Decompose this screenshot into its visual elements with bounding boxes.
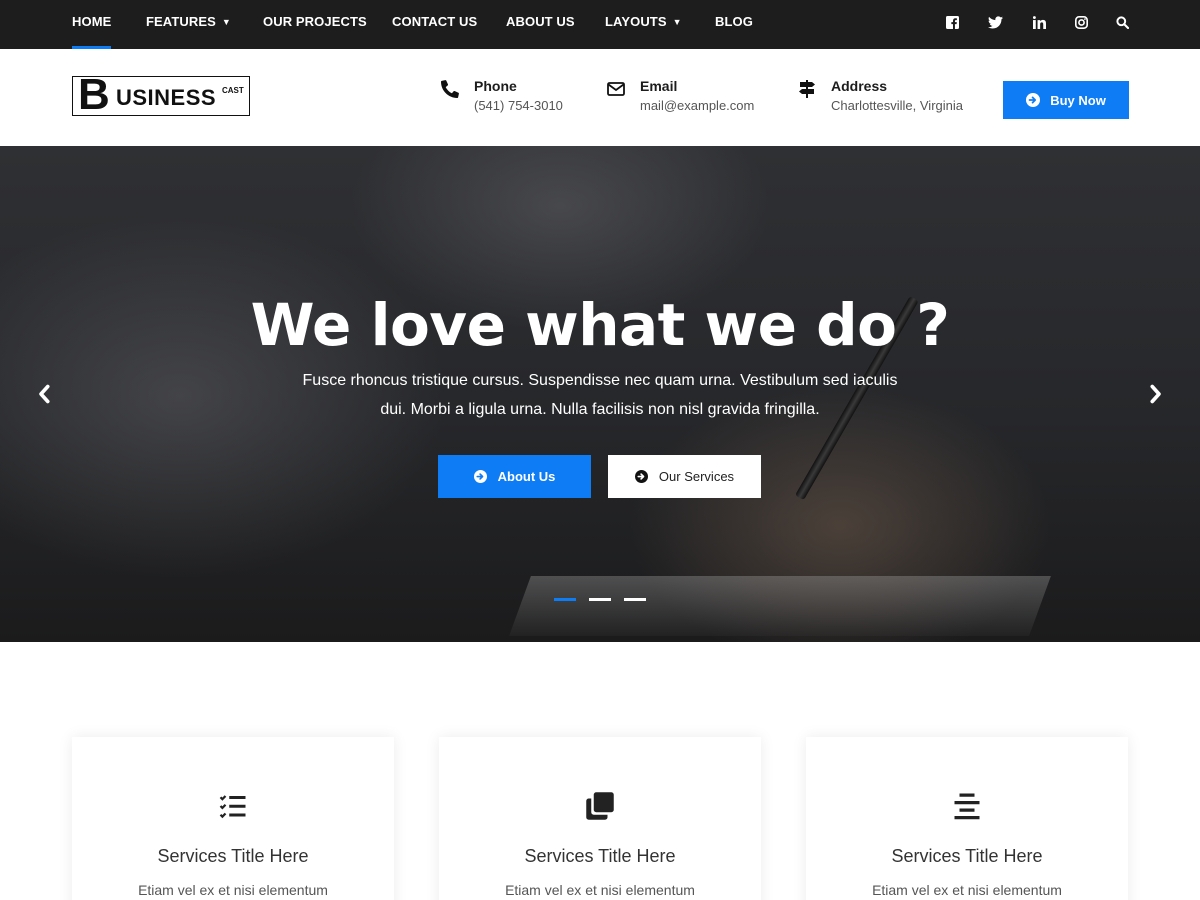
nav-item-about-us[interactable]: ABOUT US: [506, 0, 575, 49]
contact-value: Charlottesville, Virginia: [831, 98, 963, 113]
copy-icon: [585, 791, 615, 821]
service-text: Etiam vel ex et nisi elementum: [872, 882, 1062, 898]
service-title: Services Title Here: [524, 846, 676, 866]
nav-item-label: FEATURES: [146, 14, 216, 29]
contact-title: Email: [640, 78, 678, 94]
buy-now-label: Buy Now: [1050, 92, 1106, 108]
contact-value: (541) 754-3010: [474, 98, 563, 113]
slider-next-arrow[interactable]: [1148, 382, 1164, 406]
nav-item-label: CONTACT US: [392, 14, 478, 29]
chevron-down-icon: ▼: [672, 17, 682, 27]
nav-item-label: BLOG: [715, 14, 753, 29]
arrow-circle-right-icon: [634, 470, 648, 483]
slider-dot[interactable]: [624, 598, 646, 601]
logo-tag: CAST: [222, 86, 244, 95]
facebook-icon[interactable]: [946, 16, 959, 29]
search-icon[interactable]: [1116, 16, 1129, 29]
hero-title: We love what we do ?: [250, 291, 950, 359]
site-header: B USINESS CAST Phone (541) 754-3010 Emai…: [0, 49, 1200, 146]
nav-item-label: ABOUT US: [506, 14, 575, 29]
signpost-icon: [798, 80, 816, 98]
logo-word: USINESS: [116, 85, 217, 110]
slider-prev-arrow[interactable]: [36, 382, 52, 406]
twitter-icon[interactable]: [988, 16, 1003, 29]
our-services-label: Our Services: [658, 469, 735, 484]
service-text: Etiam vel ex et nisi elementum: [138, 882, 328, 898]
service-title: Services Title Here: [891, 846, 1043, 866]
arrow-circle-right-icon: [1026, 93, 1041, 107]
top-navigation-bar: HOME FEATURES ▼ OUR PROJECTS CONTACT US A…: [0, 0, 1200, 49]
linkedin-icon[interactable]: [1033, 16, 1046, 29]
service-card: Services Title Here Etiam vel ex et nisi…: [806, 737, 1128, 900]
nav-item-layouts[interactable]: LAYOUTS ▼: [605, 0, 682, 49]
logo[interactable]: B USINESS CAST: [72, 70, 250, 119]
nav-item-label: HOME: [72, 14, 112, 29]
service-text: Etiam vel ex et nisi elementum: [505, 882, 695, 898]
contact-title: Phone: [474, 78, 517, 94]
envelope-icon: [607, 80, 625, 98]
nav-item-features[interactable]: FEATURES ▼: [146, 0, 231, 49]
chevron-left-icon: [39, 384, 50, 404]
arrow-circle-right-icon: [473, 470, 487, 483]
hero-background-paper: [509, 576, 1051, 636]
service-title: Services Title Here: [157, 846, 309, 866]
nav-item-our-projects[interactable]: OUR PROJECTS: [263, 0, 367, 49]
service-card: Services Title Here Etiam vel ex et nisi…: [439, 737, 761, 900]
contact-value: mail@example.com: [640, 98, 755, 113]
contact-title: Address: [831, 78, 888, 94]
nav-item-home[interactable]: HOME: [72, 0, 112, 49]
about-us-button[interactable]: About Us: [438, 455, 591, 498]
about-us-label: About Us: [497, 469, 556, 484]
logo-letter: B: [78, 70, 110, 119]
service-card: Services Title Here Etiam vel ex et nisi…: [72, 737, 394, 900]
instagram-icon[interactable]: [1075, 16, 1088, 29]
nav-item-contact-us[interactable]: CONTACT US: [392, 0, 477, 49]
nav-item-blog[interactable]: BLOG: [715, 0, 753, 49]
hero-description: Fusce rhoncus tristique cursus. Suspendi…: [302, 372, 898, 418]
chevron-down-icon: ▼: [221, 17, 231, 27]
nav-item-label: OUR PROJECTS: [263, 14, 367, 29]
checklist-icon: [218, 791, 248, 821]
slider-dot[interactable]: [554, 598, 576, 601]
our-services-button[interactable]: Our Services: [608, 455, 761, 498]
chevron-right-icon: [1150, 384, 1161, 404]
align-center-icon: [952, 791, 982, 821]
slider-dot[interactable]: [589, 598, 611, 601]
hero-slider: We love what we do ? Fusce rhoncus trist…: [0, 146, 1200, 642]
buy-now-button[interactable]: Buy Now: [1003, 81, 1129, 119]
nav-item-label: LAYOUTS: [605, 14, 667, 29]
phone-icon: [441, 80, 459, 98]
